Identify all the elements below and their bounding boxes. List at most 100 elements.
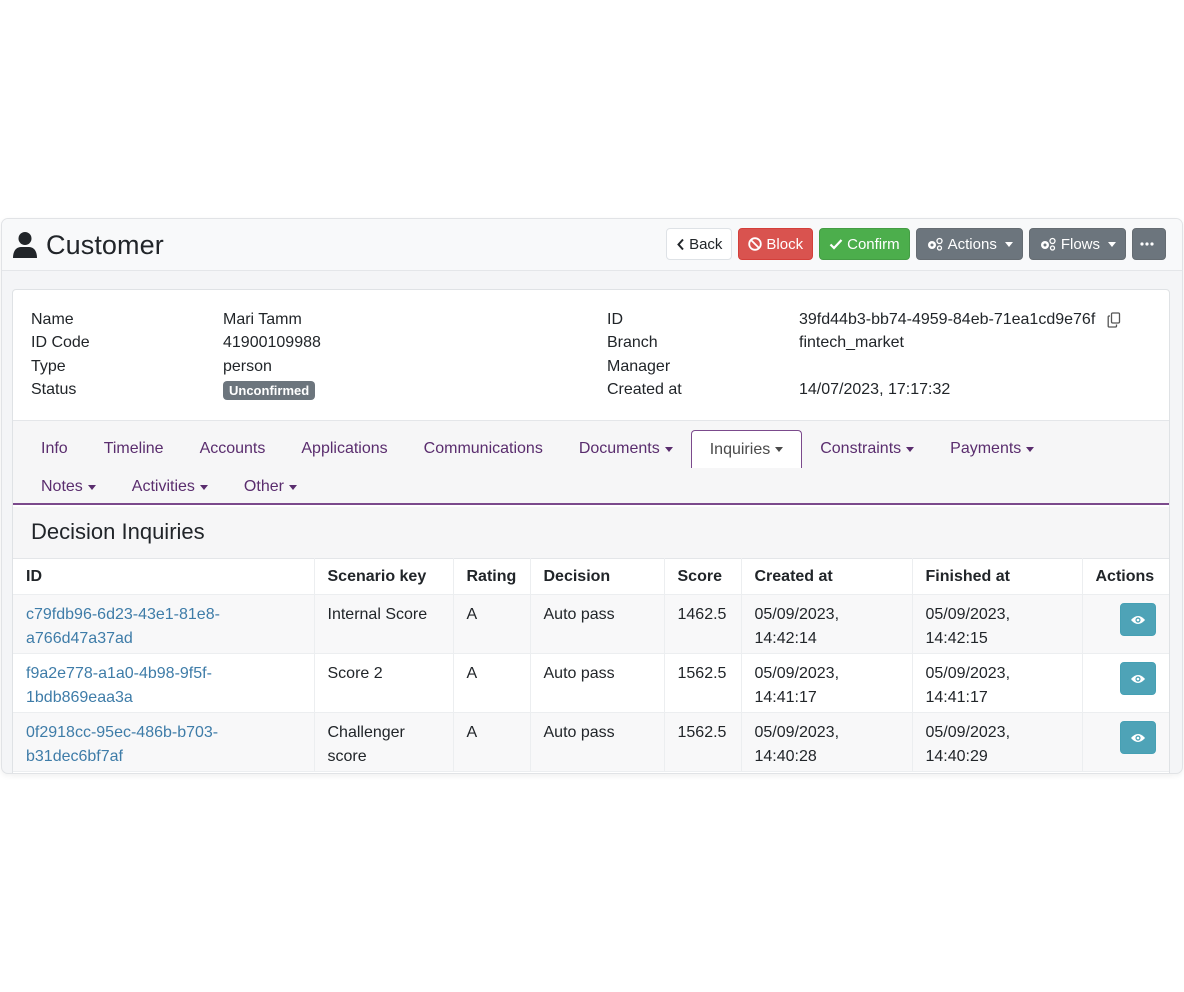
tab-activities[interactable]: Activities	[114, 468, 226, 506]
id-part: 0f2918cc-95ec-486b-b703-	[26, 724, 219, 741]
branch-value: fintech_market	[799, 334, 904, 352]
caret-down-icon	[1108, 241, 1116, 247]
tab-label: Documents	[578, 440, 660, 457]
back-button[interactable]: Back	[666, 228, 733, 260]
view-inquiry-button[interactable]	[1120, 603, 1156, 636]
date-text: 05/09/2023,	[754, 724, 840, 741]
cogs-icon	[1040, 237, 1056, 251]
tab-documents[interactable]: Documents	[561, 430, 691, 468]
customer-info-right: ID Branch Manager Created at 39fd44b3-bb…	[607, 308, 1121, 402]
scenario-key-text: score	[327, 747, 367, 765]
eye-icon	[1131, 615, 1145, 624]
time-text: 14:42:14	[754, 629, 817, 647]
page-title: Customer	[12, 228, 164, 262]
created-at-cell: 05/09/2023, 14:42:14	[740, 594, 913, 654]
tab-label: Info	[41, 440, 68, 457]
column-header-finished-at[interactable]: Finished at	[911, 558, 1083, 595]
flows-dropdown-button[interactable]: Flows	[1028, 228, 1126, 260]
manager-label: Manager	[607, 357, 671, 375]
confirm-button[interactable]: Confirm	[819, 228, 910, 260]
more-options-button[interactable]	[1132, 228, 1166, 260]
rating-cell: A	[452, 594, 531, 654]
tab-label: Timeline	[103, 440, 164, 457]
decision-cell: Auto pass	[529, 712, 665, 772]
tab-info[interactable]: Info	[23, 430, 86, 468]
finished-at-cell: 05/09/2023, 14:42:15	[911, 594, 1083, 654]
column-header-id[interactable]: ID	[13, 558, 315, 595]
tab-label: Accounts	[199, 440, 266, 457]
customer-tabs: Info Timeline Accounts Applications Communic…	[13, 421, 1169, 505]
user-icon	[13, 232, 37, 258]
time-text: 14:40:28	[754, 747, 817, 765]
inquiry-id-link[interactable]: 0f2918cc-95ec-486b-b703- b31dec6bf7af	[26, 724, 218, 765]
inquiry-id-link[interactable]: f9a2e778-a1a0-4b98-9f5f- 1bdb869eaa3a	[26, 665, 212, 706]
score-cell: 1562.5	[663, 653, 742, 713]
id-part: b31dec6bf7af	[26, 747, 123, 765]
page-title-text: Customer	[46, 229, 164, 260]
time-text: 14:40:29	[925, 747, 988, 765]
date-text: 05/09/2023,	[754, 606, 840, 623]
caret-down-icon	[288, 484, 297, 490]
name-value: Mari Tamm	[223, 310, 302, 328]
actions-cell	[1081, 653, 1169, 713]
created-at-label: Created at	[607, 381, 682, 399]
tab-timeline[interactable]: Timeline	[86, 430, 182, 468]
id-part: c79fdb96-6d23-43e1-81e8-	[26, 606, 220, 623]
id-part: f9a2e778-a1a0-4b98-9f5f-	[26, 665, 212, 682]
time-text: 14:41:17	[754, 688, 817, 706]
tab-accounts[interactable]: Accounts	[182, 430, 284, 468]
tab-notes[interactable]: Notes	[23, 468, 114, 506]
eye-icon	[1131, 674, 1145, 683]
caret-down-icon	[199, 484, 208, 490]
view-inquiry-button[interactable]	[1120, 662, 1156, 695]
caret-down-icon	[1026, 446, 1035, 452]
tab-payments[interactable]: Payments	[932, 430, 1052, 468]
tab-applications[interactable]: Applications	[283, 430, 405, 468]
column-header-scenario-key[interactable]: Scenario key	[313, 558, 454, 595]
confirm-button-label: Confirm	[847, 235, 900, 253]
status-badge: Unconfirmed	[223, 380, 316, 400]
created-at-cell: 05/09/2023, 14:40:28	[740, 712, 913, 772]
table-header-row: ID Scenario key Rating Decision Score Cr…	[13, 558, 1169, 595]
tab-communications[interactable]: Communications	[406, 430, 561, 468]
tab-label: Applications	[301, 440, 388, 457]
date-text: 05/09/2023,	[925, 724, 1011, 741]
inquiry-id-link[interactable]: c79fdb96-6d23-43e1-81e8- a766d47a37ad	[26, 606, 220, 647]
tab-constraints[interactable]: Constraints	[802, 430, 932, 468]
block-button[interactable]: Block	[738, 228, 814, 260]
header-toolbar: Back Block Confirm Actions Flows	[666, 228, 1166, 260]
inquiry-id-cell: 0f2918cc-95ec-486b-b703- b31dec6bf7af	[13, 712, 315, 772]
id-label: ID	[607, 310, 623, 328]
column-header-actions: Actions	[1081, 558, 1169, 595]
page-header: Customer Back Block Confirm Actions Flow…	[2, 219, 1182, 271]
scenario-key-text: Score 2	[327, 665, 383, 682]
table-row: 0f2918cc-95ec-486b-b703- b31dec6bf7af Chal…	[13, 712, 1169, 772]
id-code-value: 41900109988	[223, 334, 321, 352]
scenario-key-text: Internal Score	[327, 606, 428, 623]
tab-label: Other	[243, 478, 284, 495]
customer-card: Customer Back Block Confirm Actions Flow…	[1, 218, 1183, 774]
date-text: 05/09/2023,	[925, 606, 1011, 623]
copy-icon[interactable]	[1107, 312, 1121, 328]
customer-info: Name ID Code Type Status Mari Tamm 41900…	[13, 290, 1169, 421]
caret-down-icon	[1004, 241, 1013, 247]
chevron-left-icon	[677, 238, 684, 250]
score-cell: 1562.5	[663, 712, 742, 772]
tab-inquiries[interactable]: Inquiries	[690, 430, 803, 468]
decision-cell: Auto pass	[529, 594, 665, 654]
created-at-value: 14/07/2023, 17:17:32	[799, 381, 951, 399]
ban-icon	[748, 237, 763, 251]
score-cell: 1462.5	[663, 594, 742, 654]
actions-dropdown-button[interactable]: Actions	[915, 228, 1023, 260]
column-header-created-at[interactable]: Created at	[740, 558, 913, 595]
scenario-key-cell: Internal Score	[313, 594, 454, 654]
flows-button-label: Flows	[1060, 235, 1100, 253]
column-header-score[interactable]: Score	[663, 558, 742, 595]
type-value: person	[223, 357, 272, 375]
tab-label: Inquiries	[709, 440, 771, 458]
tab-other[interactable]: Other	[226, 468, 315, 506]
created-at-cell: 05/09/2023, 14:41:17	[740, 653, 913, 713]
column-header-rating[interactable]: Rating	[452, 558, 531, 595]
column-header-decision[interactable]: Decision	[529, 558, 665, 595]
view-inquiry-button[interactable]	[1120, 721, 1156, 754]
